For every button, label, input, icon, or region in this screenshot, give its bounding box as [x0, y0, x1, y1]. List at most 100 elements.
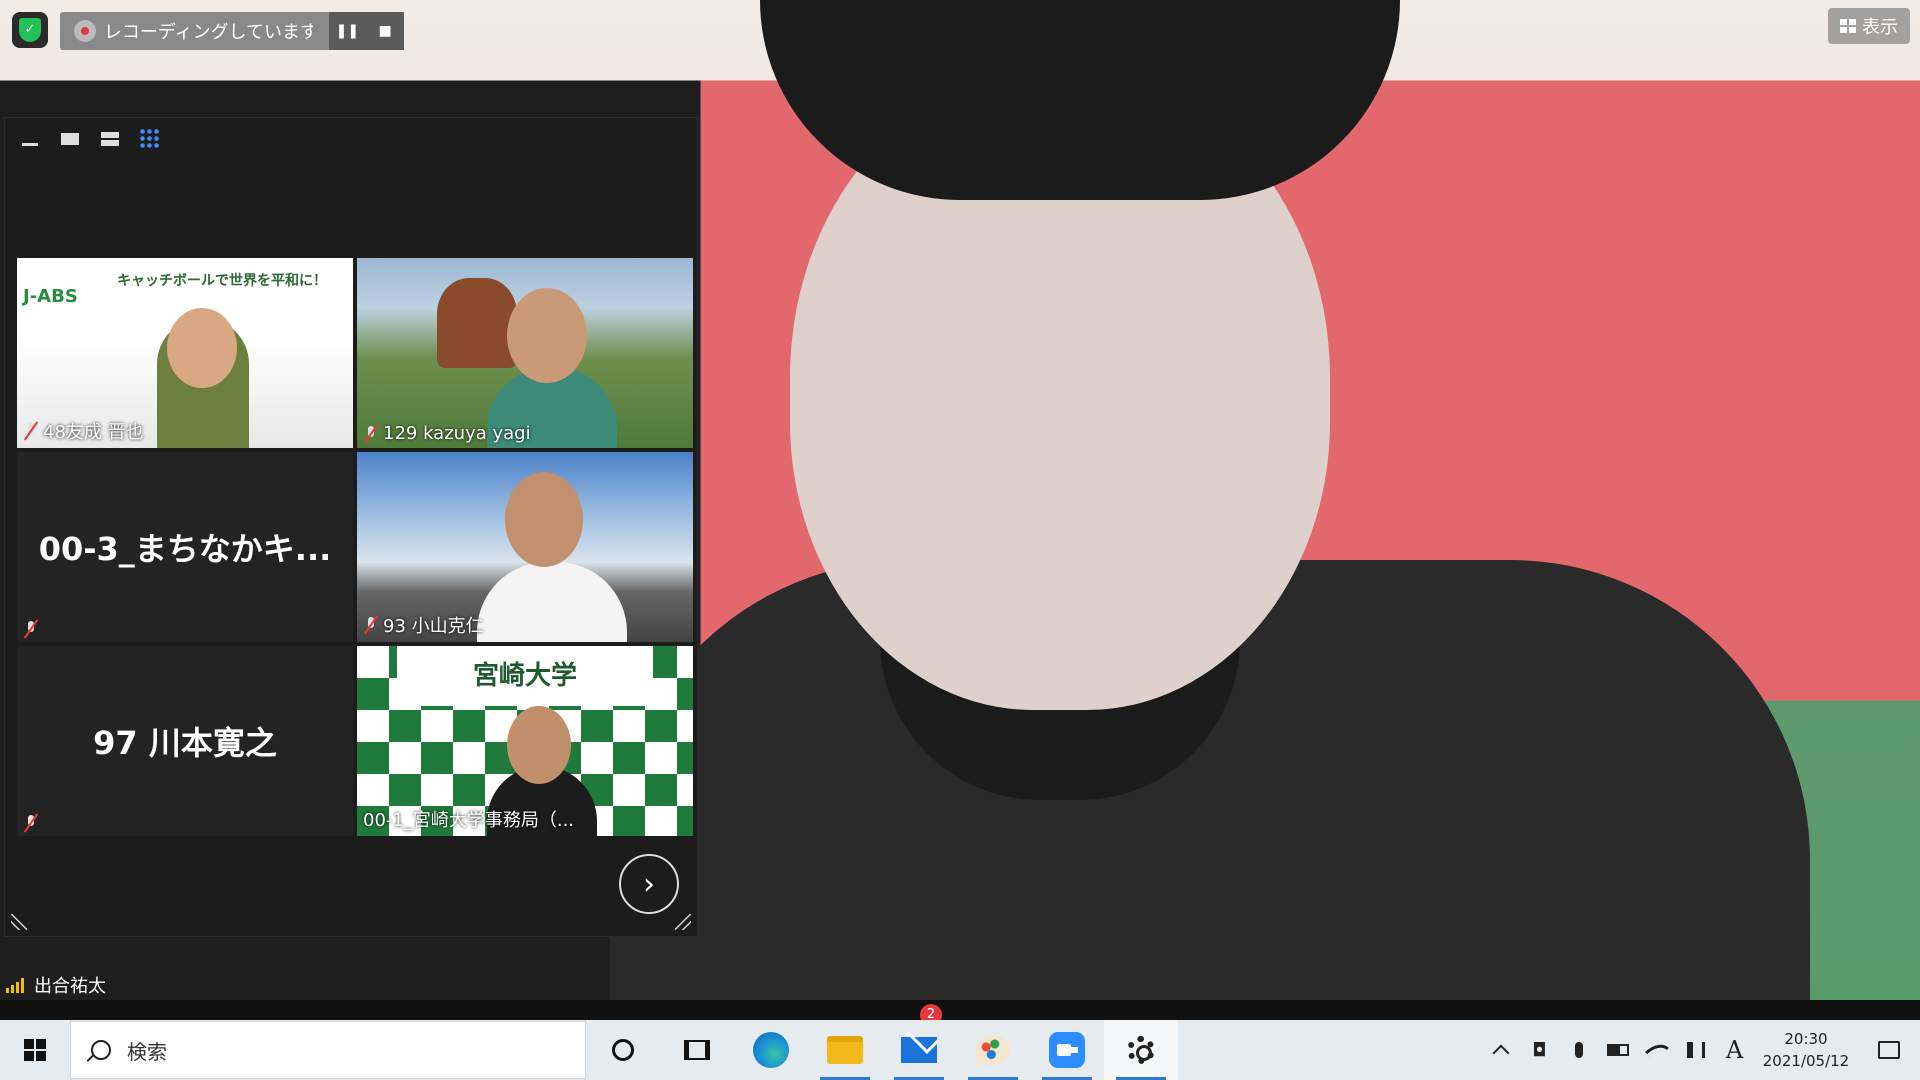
zoom-camera-icon: [1049, 1032, 1085, 1068]
participant-name-tag: 48友成 晋也: [23, 418, 144, 444]
recording-indicator-bar: レコーディングしています... ❚❚ ■: [60, 12, 404, 50]
self-name: 出合祐太: [34, 976, 106, 997]
chevron-up-icon: [1492, 1044, 1509, 1062]
single-video-view-icon[interactable]: [59, 128, 81, 150]
edge-app-button[interactable]: [734, 1020, 808, 1080]
jabs-logo: J-ABS: [23, 286, 78, 307]
mail-app-button[interactable]: [882, 1020, 956, 1080]
participant-tile[interactable]: 宮崎大学 00-1_宮崎大学事務局（...: [357, 646, 693, 836]
mic-muted-icon: [363, 616, 379, 634]
virtual-background-banner: キャッチボールで世界を平和に！: [117, 273, 327, 289]
gallery-panel: キャッチボールで世界を平和に！ J-ABS 48友成 晋也 129 kazuya…: [4, 117, 698, 937]
gallery-grid-view-icon[interactable]: [139, 128, 161, 150]
show-hidden-icons-button[interactable]: [1481, 1020, 1520, 1080]
participant-body: [477, 562, 627, 642]
participant-head: [167, 308, 237, 388]
windows-taskbar: 検索 ◘ A 20:30 2021/05/12: [0, 1020, 1920, 1080]
university-backdrop-text: 宮崎大学: [397, 646, 653, 706]
cortana-button[interactable]: [586, 1020, 660, 1080]
search-placeholder: 検索: [127, 1039, 167, 1064]
participant-name: 48友成 晋也: [43, 422, 144, 443]
zoom-app-button[interactable]: [1030, 1020, 1104, 1080]
participant-name-tag: 00-1_宮崎大学事務局（...: [363, 806, 574, 832]
participant-head: [507, 706, 571, 784]
participant-name-placeholder: 00-3_まちなかキ...: [38, 530, 332, 568]
background-rock: [437, 278, 517, 368]
volume-tray-button[interactable]: [1676, 1020, 1715, 1080]
shield-check-icon: ✓: [19, 18, 41, 42]
participant-tile[interactable]: キャッチボールで世界を平和に！ J-ABS 48友成 晋也: [17, 258, 353, 448]
participant-tile[interactable]: 129 kazuya yagi: [357, 258, 693, 448]
mic-muted-icon: [363, 425, 379, 443]
microphone-icon: [1574, 1042, 1583, 1058]
search-icon: [91, 1040, 111, 1060]
participant-name-tag: 129 kazuya yagi: [363, 423, 531, 444]
task-view-button[interactable]: [660, 1020, 734, 1080]
action-center-button[interactable]: [1858, 1020, 1920, 1080]
minimize-panel-icon[interactable]: [19, 128, 41, 150]
participant-name-tag: [23, 620, 39, 638]
recording-status-text: レコーディングしています...: [103, 22, 313, 43]
clock-time: 20:30: [1784, 1030, 1828, 1048]
participant-head: [507, 288, 587, 383]
stop-recording-button[interactable]: ■: [366, 12, 404, 50]
camera-icon: ◘: [1532, 1039, 1547, 1061]
participant-tile[interactable]: 97 川本寛之: [17, 646, 353, 836]
participant-name-placeholder: 97 川本寛之: [93, 724, 277, 762]
ime-mode-button[interactable]: A: [1715, 1020, 1754, 1080]
mail-icon: [901, 1037, 937, 1063]
mic-muted-icon: [23, 620, 39, 638]
participant-name-tag: 93 小山克仁: [363, 612, 484, 638]
participant-head: [505, 472, 583, 567]
pause-recording-button[interactable]: ❚❚: [328, 12, 367, 50]
self-view-name-tag: 出合祐太: [0, 970, 112, 1000]
security-shield-button[interactable]: ✓: [12, 12, 48, 48]
gallery-grid-icon: [1840, 19, 1856, 33]
zoom-meeting-screen: ✓ レコーディングしています... ❚❚ ■ 表示 キャッチボールで世界を平和に…: [0, 0, 1920, 1080]
view-options-label: 表示: [1862, 17, 1898, 38]
meeting-controls-bar[interactable]: [0, 1000, 1920, 1020]
recording-dot-icon: [74, 20, 96, 42]
gear-icon: [1127, 1036, 1155, 1064]
strip-view-icon[interactable]: [99, 128, 121, 150]
gallery-view-toolbar: [19, 128, 161, 150]
ime-mode-label: A: [1725, 1036, 1744, 1064]
speaker-hair: [760, 0, 1400, 200]
cortana-circle-icon: [612, 1039, 634, 1061]
participant-name: 00-1_宮崎大学事務局（...: [363, 810, 575, 831]
participant-tile[interactable]: 00-3_まちなかキ...: [17, 452, 353, 642]
battery-icon: [1606, 1044, 1629, 1056]
camera-tray-button[interactable]: ◘: [1520, 1020, 1559, 1080]
speaker-icon: [1686, 1042, 1705, 1058]
signal-strength-icon: [6, 977, 28, 993]
mic-muted-icon: [23, 422, 39, 440]
taskbar-clock[interactable]: 20:30 2021/05/12: [1754, 1028, 1858, 1072]
edge-icon: [753, 1032, 789, 1068]
notification-icon: [1878, 1041, 1900, 1059]
participant-tile[interactable]: 93 小山克仁: [357, 452, 693, 642]
resize-handle-right[interactable]: [675, 914, 691, 930]
clock-date: 2021/05/12: [1762, 1052, 1850, 1070]
next-page-button[interactable]: ›: [619, 854, 679, 914]
paint-palette-icon: [976, 1035, 1010, 1065]
folder-icon: [827, 1036, 863, 1064]
task-view-icon: [684, 1040, 710, 1060]
system-tray: ◘ A 20:30 2021/05/12: [1481, 1020, 1920, 1080]
participant-name: 129 kazuya yagi: [383, 423, 531, 444]
start-button[interactable]: [0, 1020, 70, 1080]
participant-name-tag: [23, 814, 39, 832]
paint-app-button[interactable]: [956, 1020, 1030, 1080]
participant-tiles: キャッチボールで世界を平和に！ J-ABS 48友成 晋也 129 kazuya…: [13, 258, 693, 838]
windows-logo-icon: [24, 1039, 46, 1061]
taskbar-search-box[interactable]: 検索: [70, 1021, 586, 1079]
settings-app-button[interactable]: [1104, 1020, 1178, 1080]
file-explorer-app-button[interactable]: [808, 1020, 882, 1080]
battery-tray-button[interactable]: [1598, 1020, 1637, 1080]
view-options-button[interactable]: 表示: [1828, 8, 1910, 44]
resize-handle-left[interactable]: [11, 914, 27, 930]
network-tray-button[interactable]: [1637, 1020, 1676, 1080]
wifi-icon: [1644, 1037, 1669, 1063]
mic-muted-icon: [23, 814, 39, 832]
microphone-tray-button[interactable]: [1559, 1020, 1598, 1080]
participant-name: 93 小山克仁: [383, 616, 484, 637]
